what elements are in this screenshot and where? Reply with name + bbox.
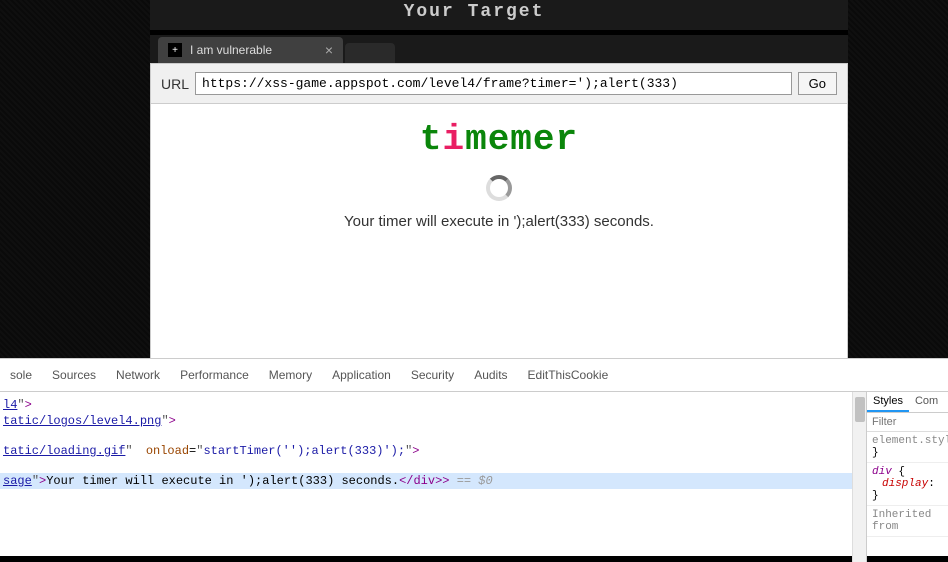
tab-title: I am vulnerable [190,43,272,57]
logo-letter: t [420,119,443,160]
code-line-selected[interactable]: sage">Your timer will execute in ');aler… [0,473,866,489]
browser-tab-active[interactable]: I am vulnerable × [158,37,343,63]
scrollbar[interactable] [852,392,866,562]
tab-bar: I am vulnerable × [150,35,848,63]
style-rule-div[interactable]: div { display: } [867,463,948,506]
styles-panel: Styles Com element.styl } div { display:… [866,392,948,562]
go-button[interactable]: Go [798,72,837,95]
tab-favicon-icon [168,43,182,57]
code-line[interactable]: tatic/loading.gif" onload="startTimer(''… [0,443,866,459]
dark-background-right [848,0,948,358]
code-line[interactable]: tatic/logos/level4.png"> [0,413,866,429]
dark-background-left [0,0,150,358]
browser-window: I am vulnerable × URL Go timemer Your ti… [150,35,848,364]
styles-tabs: Styles Com [867,392,948,413]
elements-panel[interactable]: l4"> tatic/logos/level4.png"> tatic/load… [0,392,866,562]
timer-message: Your timer will execute in ');alert(333)… [166,213,832,230]
devtools-tab-audits[interactable]: Audits [464,363,517,387]
devtools-body: l4"> tatic/logos/level4.png"> tatic/load… [0,392,948,562]
styles-tab-styles[interactable]: Styles [867,392,909,412]
loading-spinner-icon [486,175,512,201]
devtools-tab-security[interactable]: Security [401,363,464,387]
url-bar: URL Go [150,63,848,104]
style-rule-inherited: Inherited from [867,506,948,537]
url-input[interactable] [195,72,792,95]
devtools-tab-editthiscookie[interactable]: EditThisCookie [518,363,619,387]
devtools-tab-performance[interactable]: Performance [170,363,259,387]
devtools-tab-sources[interactable]: Sources [42,363,106,387]
devtools-tab-application[interactable]: Application [322,363,401,387]
devtools-panel: sole Sources Network Performance Memory … [0,358,948,556]
devtools-tab-bar: sole Sources Network Performance Memory … [0,359,948,392]
browser-tab-inactive[interactable] [345,43,395,63]
close-icon[interactable]: × [325,42,333,58]
styles-filter-input[interactable] [867,413,948,432]
scrollbar-thumb[interactable] [855,397,865,422]
styles-tab-computed[interactable]: Com [909,392,944,412]
devtools-tab-network[interactable]: Network [106,363,170,387]
page-content: timemer Your timer will execute in ');al… [150,104,848,364]
devtools-tab-console[interactable]: sole [0,363,42,387]
style-rule-element[interactable]: element.styl } [867,432,948,463]
url-label: URL [161,76,189,92]
app-logo: timemer [166,119,832,160]
code-line[interactable]: l4"> [0,397,866,413]
logo-letter: i [442,119,465,160]
logo-letter: memer [465,119,578,160]
devtools-tab-memory[interactable]: Memory [259,363,322,387]
